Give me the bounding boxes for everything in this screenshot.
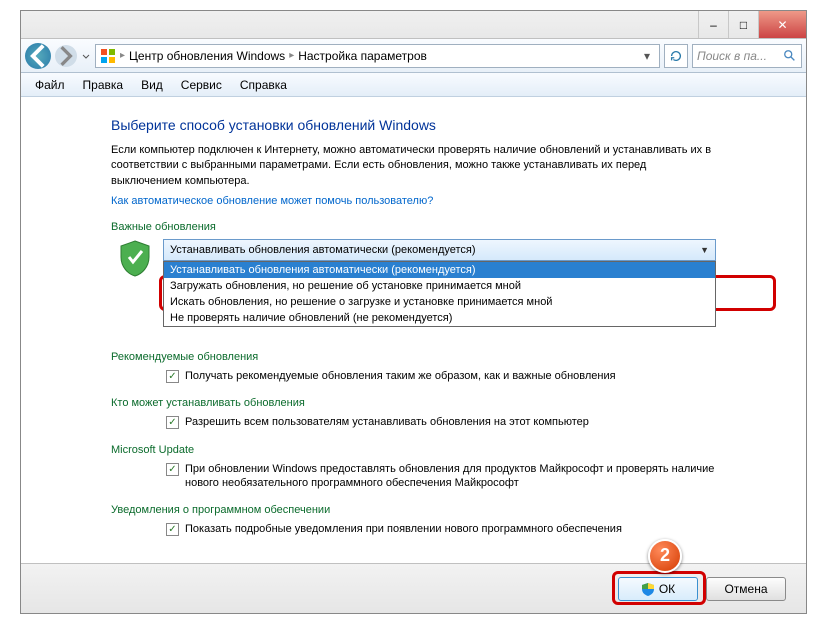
footer-bar: ОК Отмена 2 [21, 563, 806, 613]
navigation-bar: ▸ Центр обновления Windows ▸ Настройка п… [21, 39, 806, 73]
menu-view[interactable]: Вид [133, 76, 171, 94]
dropdown-option[interactable]: Устанавливать обновления автоматически (… [164, 262, 715, 278]
section-recommended: Рекомендуемые обновления [111, 351, 716, 363]
window-frame: – □ ✕ ▸ Центр обновления Windows ▸ Настр… [20, 10, 807, 614]
annotation-badge-2: 2 [648, 539, 682, 573]
ok-label: ОК [659, 582, 675, 596]
dropdown-option[interactable]: Загружать обновления, но решение об уста… [164, 278, 715, 294]
search-placeholder: Поиск в па... [697, 49, 767, 63]
section-software-notifications: Уведомления о программном обеспечении [111, 504, 716, 516]
breadcrumb[interactable]: ▸ Центр обновления Windows ▸ Настройка п… [95, 44, 660, 68]
dropdown-selected: Устанавливать обновления автоматически (… [170, 244, 476, 256]
dropdown-option[interactable]: Искать обновления, но решение о загрузке… [164, 294, 715, 310]
shield-icon [119, 239, 151, 277]
breadcrumb-item[interactable]: Центр обновления Windows [129, 49, 285, 63]
content-area: Выберите способ установки обновлений Win… [21, 97, 806, 563]
back-button[interactable] [25, 43, 51, 69]
forward-button[interactable] [55, 45, 77, 67]
titlebar: – □ ✕ [21, 11, 806, 39]
checkbox-microsoft-update[interactable]: ✓ [166, 463, 179, 476]
section-microsoft-update: Microsoft Update [111, 444, 716, 456]
menu-bar: Файл Правка Вид Сервис Справка [21, 73, 806, 97]
refresh-button[interactable] [664, 44, 688, 68]
cancel-button[interactable]: Отмена [706, 577, 786, 601]
search-icon [783, 49, 797, 63]
breadcrumb-dropdown-icon[interactable]: ▾ [639, 49, 655, 63]
breadcrumb-sep-icon: ▸ [120, 50, 125, 61]
section-who-can-install: Кто может устанавливать обновления [111, 397, 716, 409]
checkbox-label: Показать подробные уведомления при появл… [185, 522, 622, 536]
history-dropdown-icon[interactable] [81, 51, 91, 61]
menu-file[interactable]: Файл [27, 76, 73, 94]
help-link[interactable]: Как автоматическое обновление может помо… [111, 195, 716, 207]
page-description: Если компьютер подключен к Интернету, мо… [111, 143, 716, 189]
section-important-updates: Важные обновления [111, 221, 716, 233]
menu-edit[interactable]: Правка [75, 76, 132, 94]
chevron-down-icon: ▼ [700, 245, 709, 255]
checkbox-allow-all-users[interactable]: ✓ [166, 416, 179, 429]
checkbox-label: Получать рекомендуемые обновления таким … [185, 369, 616, 383]
checkbox-recommended[interactable]: ✓ [166, 370, 179, 383]
windows-update-icon [100, 48, 116, 64]
close-button[interactable]: ✕ [758, 11, 806, 38]
search-input[interactable]: Поиск в па... [692, 44, 802, 68]
menu-help[interactable]: Справка [232, 76, 295, 94]
page-title: Выберите способ установки обновлений Win… [111, 117, 716, 133]
maximize-button[interactable]: □ [728, 11, 758, 38]
checkbox-label: При обновлении Windows предоставлять обн… [185, 462, 716, 491]
breadcrumb-sep-icon: ▸ [289, 50, 294, 61]
update-mode-dropdown[interactable]: Устанавливать обновления автоматически (… [163, 239, 716, 261]
ok-button[interactable]: ОК [618, 577, 698, 601]
breadcrumb-item[interactable]: Настройка параметров [298, 49, 427, 63]
cancel-label: Отмена [724, 582, 767, 596]
checkbox-label: Разрешить всем пользователям устанавлива… [185, 415, 589, 429]
checkbox-software-notify[interactable]: ✓ [166, 523, 179, 536]
dropdown-option[interactable]: Не проверять наличие обновлений (не реко… [164, 310, 715, 326]
uac-shield-icon [641, 582, 655, 596]
minimize-button[interactable]: – [698, 11, 728, 38]
menu-tools[interactable]: Сервис [173, 76, 230, 94]
dropdown-list: Устанавливать обновления автоматически (… [163, 261, 716, 327]
